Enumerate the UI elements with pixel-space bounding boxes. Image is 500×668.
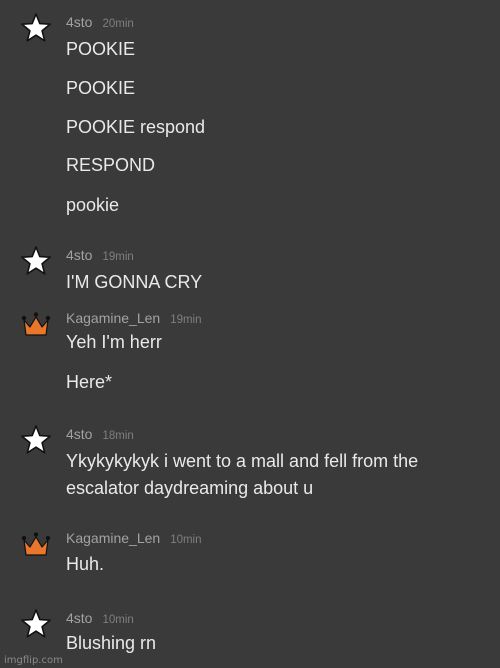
username[interactable]: 4sto (66, 426, 92, 442)
message-header: 4sto 19min (66, 247, 134, 265)
timestamp: 10min (102, 614, 134, 626)
message-text: Here* (66, 372, 113, 392)
star-icon[interactable] (20, 608, 52, 640)
star-icon[interactable] (20, 12, 52, 44)
username[interactable]: 4sto (66, 610, 92, 626)
username[interactable]: Kagamine_Len (66, 530, 160, 546)
crown-icon[interactable] (20, 308, 52, 340)
timestamp: 20min (102, 18, 134, 30)
star-icon[interactable] (20, 424, 52, 456)
message-text: Huh. (66, 554, 105, 574)
message-text: POOKIE (66, 39, 136, 59)
message-text: escalator daydreaming about u (66, 478, 314, 498)
message-header: Kagamine_Len 10min (66, 530, 202, 548)
timestamp: 19min (102, 251, 134, 263)
message-text: pookie (66, 195, 120, 215)
chat-log: 4sto 20min POOKIE POOKIE POOKIE respond R… (0, 0, 500, 668)
timestamp: 18min (102, 430, 134, 442)
star-icon[interactable] (20, 245, 52, 277)
message-header: Kagamine_Len 19min (66, 310, 202, 328)
username[interactable]: Kagamine_Len (66, 310, 160, 326)
message-header: 4sto 18min (66, 426, 134, 444)
message-text: RESPOND (66, 155, 156, 175)
imgflip-watermark: imgflip.com (4, 655, 63, 666)
message-text: POOKIE (66, 78, 136, 98)
username[interactable]: 4sto (66, 247, 92, 263)
message-text: Yeh I'm herr (66, 332, 162, 352)
message-text: I'M GONNA CRY (66, 272, 203, 292)
username[interactable]: 4sto (66, 14, 92, 30)
message-text: POOKIE respond (66, 117, 206, 137)
message-header: 4sto 20min (66, 14, 134, 32)
message-text: Blushing rn (66, 633, 157, 653)
crown-icon[interactable] (20, 528, 52, 560)
timestamp: 10min (170, 534, 202, 546)
timestamp: 19min (170, 314, 202, 326)
message-text: Ykykykykyk i went to a mall and fell fro… (66, 451, 419, 471)
message-header: 4sto 10min (66, 610, 134, 628)
